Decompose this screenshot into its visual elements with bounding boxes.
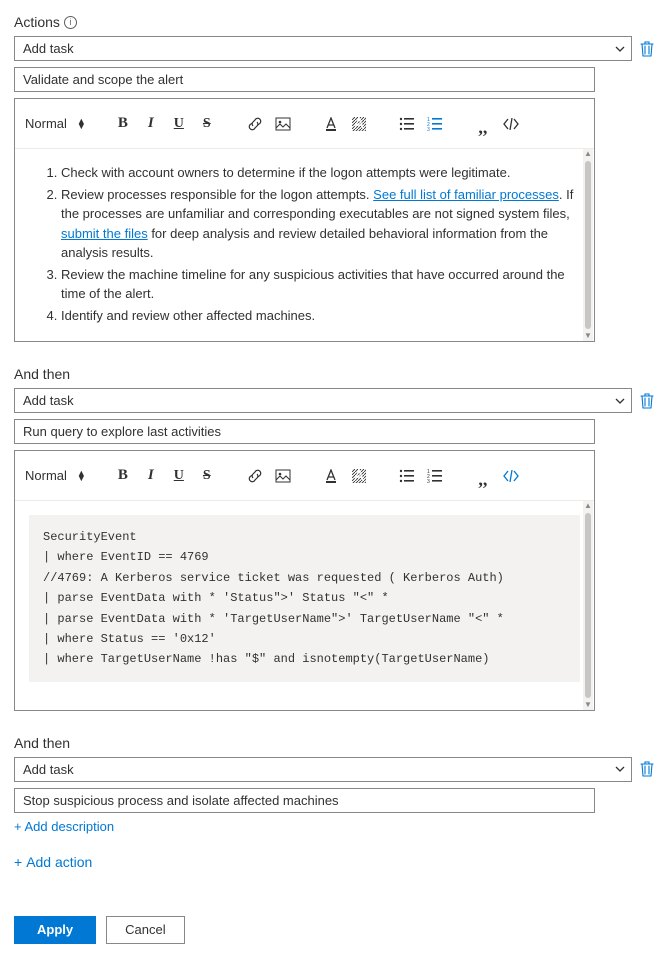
highlight-button[interactable] [348,465,370,487]
bold-button[interactable]: B [112,465,134,487]
quote-button[interactable]: ,, [472,113,494,135]
code-button[interactable] [500,113,522,135]
task-type-select[interactable]: Add task [14,36,632,61]
delete-task-button[interactable] [640,761,654,777]
underline-button[interactable]: U [168,113,190,135]
task-name-input[interactable]: Run query to explore last activities [14,419,595,444]
familiar-processes-link[interactable]: See full list of familiar processes [373,187,559,202]
editor-toolbar: Normal ▲▼ B I U S [15,99,594,149]
task-type-select[interactable]: Add task [14,388,632,413]
bold-button[interactable]: B [112,113,134,135]
delete-task-button[interactable] [640,393,654,409]
add-description-button[interactable]: + Add description [14,819,114,834]
actions-label: Actions [14,14,60,30]
underline-button[interactable]: U [168,465,190,487]
list-item: Review the machine timeline for any susp… [61,265,578,304]
task-block-3: Add task Stop suspicious process and iso… [14,757,654,834]
highlight-button[interactable] [348,113,370,135]
heading-select-stepper[interactable]: ▲▼ [77,471,86,481]
text-color-button[interactable] [320,113,342,135]
task-type-value: Add task [23,393,74,408]
apply-button[interactable]: Apply [14,916,96,944]
scroll-down-arrow[interactable]: ▼ [583,331,593,341]
add-action-button[interactable]: + Add action [14,854,92,870]
image-button[interactable] [272,113,294,135]
task-type-select[interactable]: Add task [14,757,632,782]
task-name-value: Validate and scope the alert [23,72,183,87]
numbered-list-button[interactable]: 123 [424,113,446,135]
chevron-down-icon [615,764,625,774]
editor-content[interactable]: Check with account owners to determine i… [15,149,594,341]
scroll-down-arrow[interactable]: ▼ [583,700,593,710]
list-item: Check with account owners to determine i… [61,163,578,183]
code-button[interactable] [500,465,522,487]
numbered-list-button[interactable]: 123 [424,465,446,487]
task-name-input[interactable]: Validate and scope the alert [14,67,595,92]
scrollbar[interactable]: ▲ ▼ [583,149,593,341]
heading-select-label[interactable]: Normal [25,116,67,131]
chevron-down-icon [615,44,625,54]
scrollbar[interactable]: ▲ ▼ [583,501,593,710]
task-name-value: Stop suspicious process and isolate affe… [23,793,339,808]
cancel-button[interactable]: Cancel [106,916,184,944]
code-block: SecurityEvent | where EventID == 4769 //… [29,515,580,682]
task-name-value: Run query to explore last activities [23,424,221,439]
delete-task-button[interactable] [640,41,654,57]
bulleted-list-button[interactable] [396,113,418,135]
strike-button[interactable]: S [196,113,218,135]
footer: Apply Cancel [14,916,654,944]
plus-icon: + [14,854,22,870]
link-button[interactable] [244,465,266,487]
list-item: Review processes responsible for the log… [61,185,578,263]
heading-select-label[interactable]: Normal [25,468,67,483]
scroll-up-arrow[interactable]: ▲ [583,501,593,511]
submit-files-link[interactable]: submit the files [61,226,148,241]
svg-text:3: 3 [427,479,430,483]
actions-header: Actions i [14,14,654,30]
list-item: Identify and review other affected machi… [61,306,578,326]
rich-text-editor: Normal ▲▼ B I U S [14,450,595,711]
text-color-button[interactable] [320,465,342,487]
editor-content[interactable]: SecurityEvent | where EventID == 4769 //… [15,501,594,710]
rich-text-editor: Normal ▲▼ B I U S [14,98,595,342]
task-type-value: Add task [23,41,74,56]
image-button[interactable] [272,465,294,487]
task-type-value: Add task [23,762,74,777]
info-icon[interactable]: i [64,16,77,29]
scrollbar-thumb[interactable] [585,513,591,698]
scroll-up-arrow[interactable]: ▲ [583,149,593,159]
task-block-1: Add task Validate and scope the alert No… [14,36,654,342]
task-name-input[interactable]: Stop suspicious process and isolate affe… [14,788,595,813]
and-then-label: And then [14,735,654,751]
editor-toolbar: Normal ▲▼ B I U S [15,451,594,501]
heading-select-stepper[interactable]: ▲▼ [77,119,86,129]
scrollbar-thumb[interactable] [585,161,591,329]
add-action-label: Add action [26,854,92,870]
and-then-label: And then [14,366,654,382]
italic-button[interactable]: I [140,113,162,135]
chevron-down-icon [615,396,625,406]
svg-text:3: 3 [427,127,430,131]
italic-button[interactable]: I [140,465,162,487]
quote-button[interactable]: ,, [472,465,494,487]
bulleted-list-button[interactable] [396,465,418,487]
link-button[interactable] [244,113,266,135]
task-block-2: Add task Run query to explore last activ… [14,388,654,711]
strike-button[interactable]: S [196,465,218,487]
